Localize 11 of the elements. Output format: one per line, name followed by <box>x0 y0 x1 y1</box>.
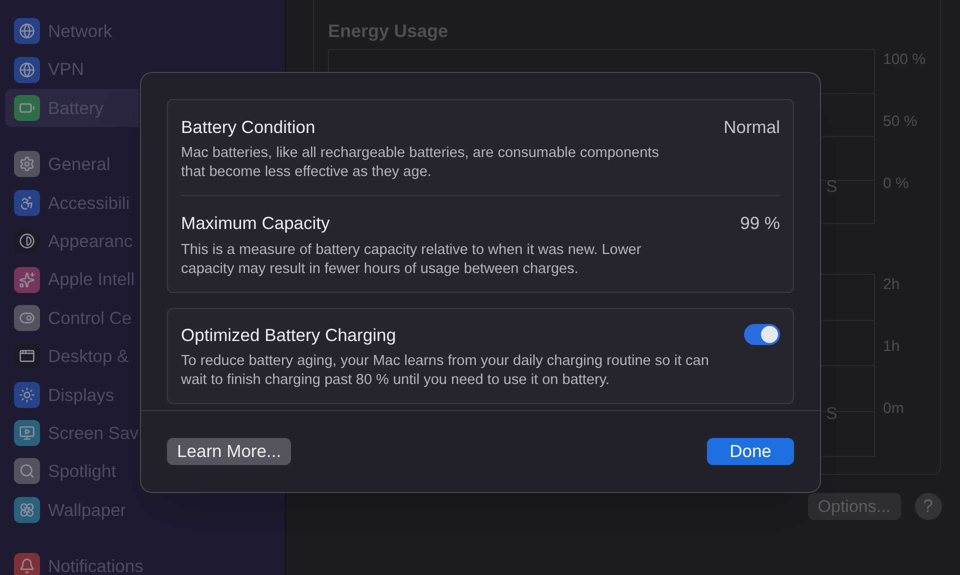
learn-more-button[interactable]: Learn More... <box>167 438 292 465</box>
help-button[interactable]: ? <box>914 493 942 520</box>
row-title: Maximum Capacity <box>181 212 331 236</box>
row-description: To reduce battery aging, your Mac learns from your daily charging routine so it can wait to finish charging past 80 % until you need to use it on battery. <box>181 352 710 390</box>
row-title: Optimized Battery Charging <box>181 324 397 347</box>
done-button[interactable]: Done <box>707 438 794 465</box>
row-description: This is a measure of battery capacity relative to when it was new. Lower capacity may result in fewer hours of usage between charges. <box>181 240 642 278</box>
row-description: Mac batteries, like all rechargeable batteries, are consumable components that become less effective as they age. <box>181 144 660 182</box>
row-title: Battery Condition <box>181 116 316 139</box>
row-value: Normal <box>724 116 780 139</box>
row-value: 99 % <box>740 212 780 236</box>
